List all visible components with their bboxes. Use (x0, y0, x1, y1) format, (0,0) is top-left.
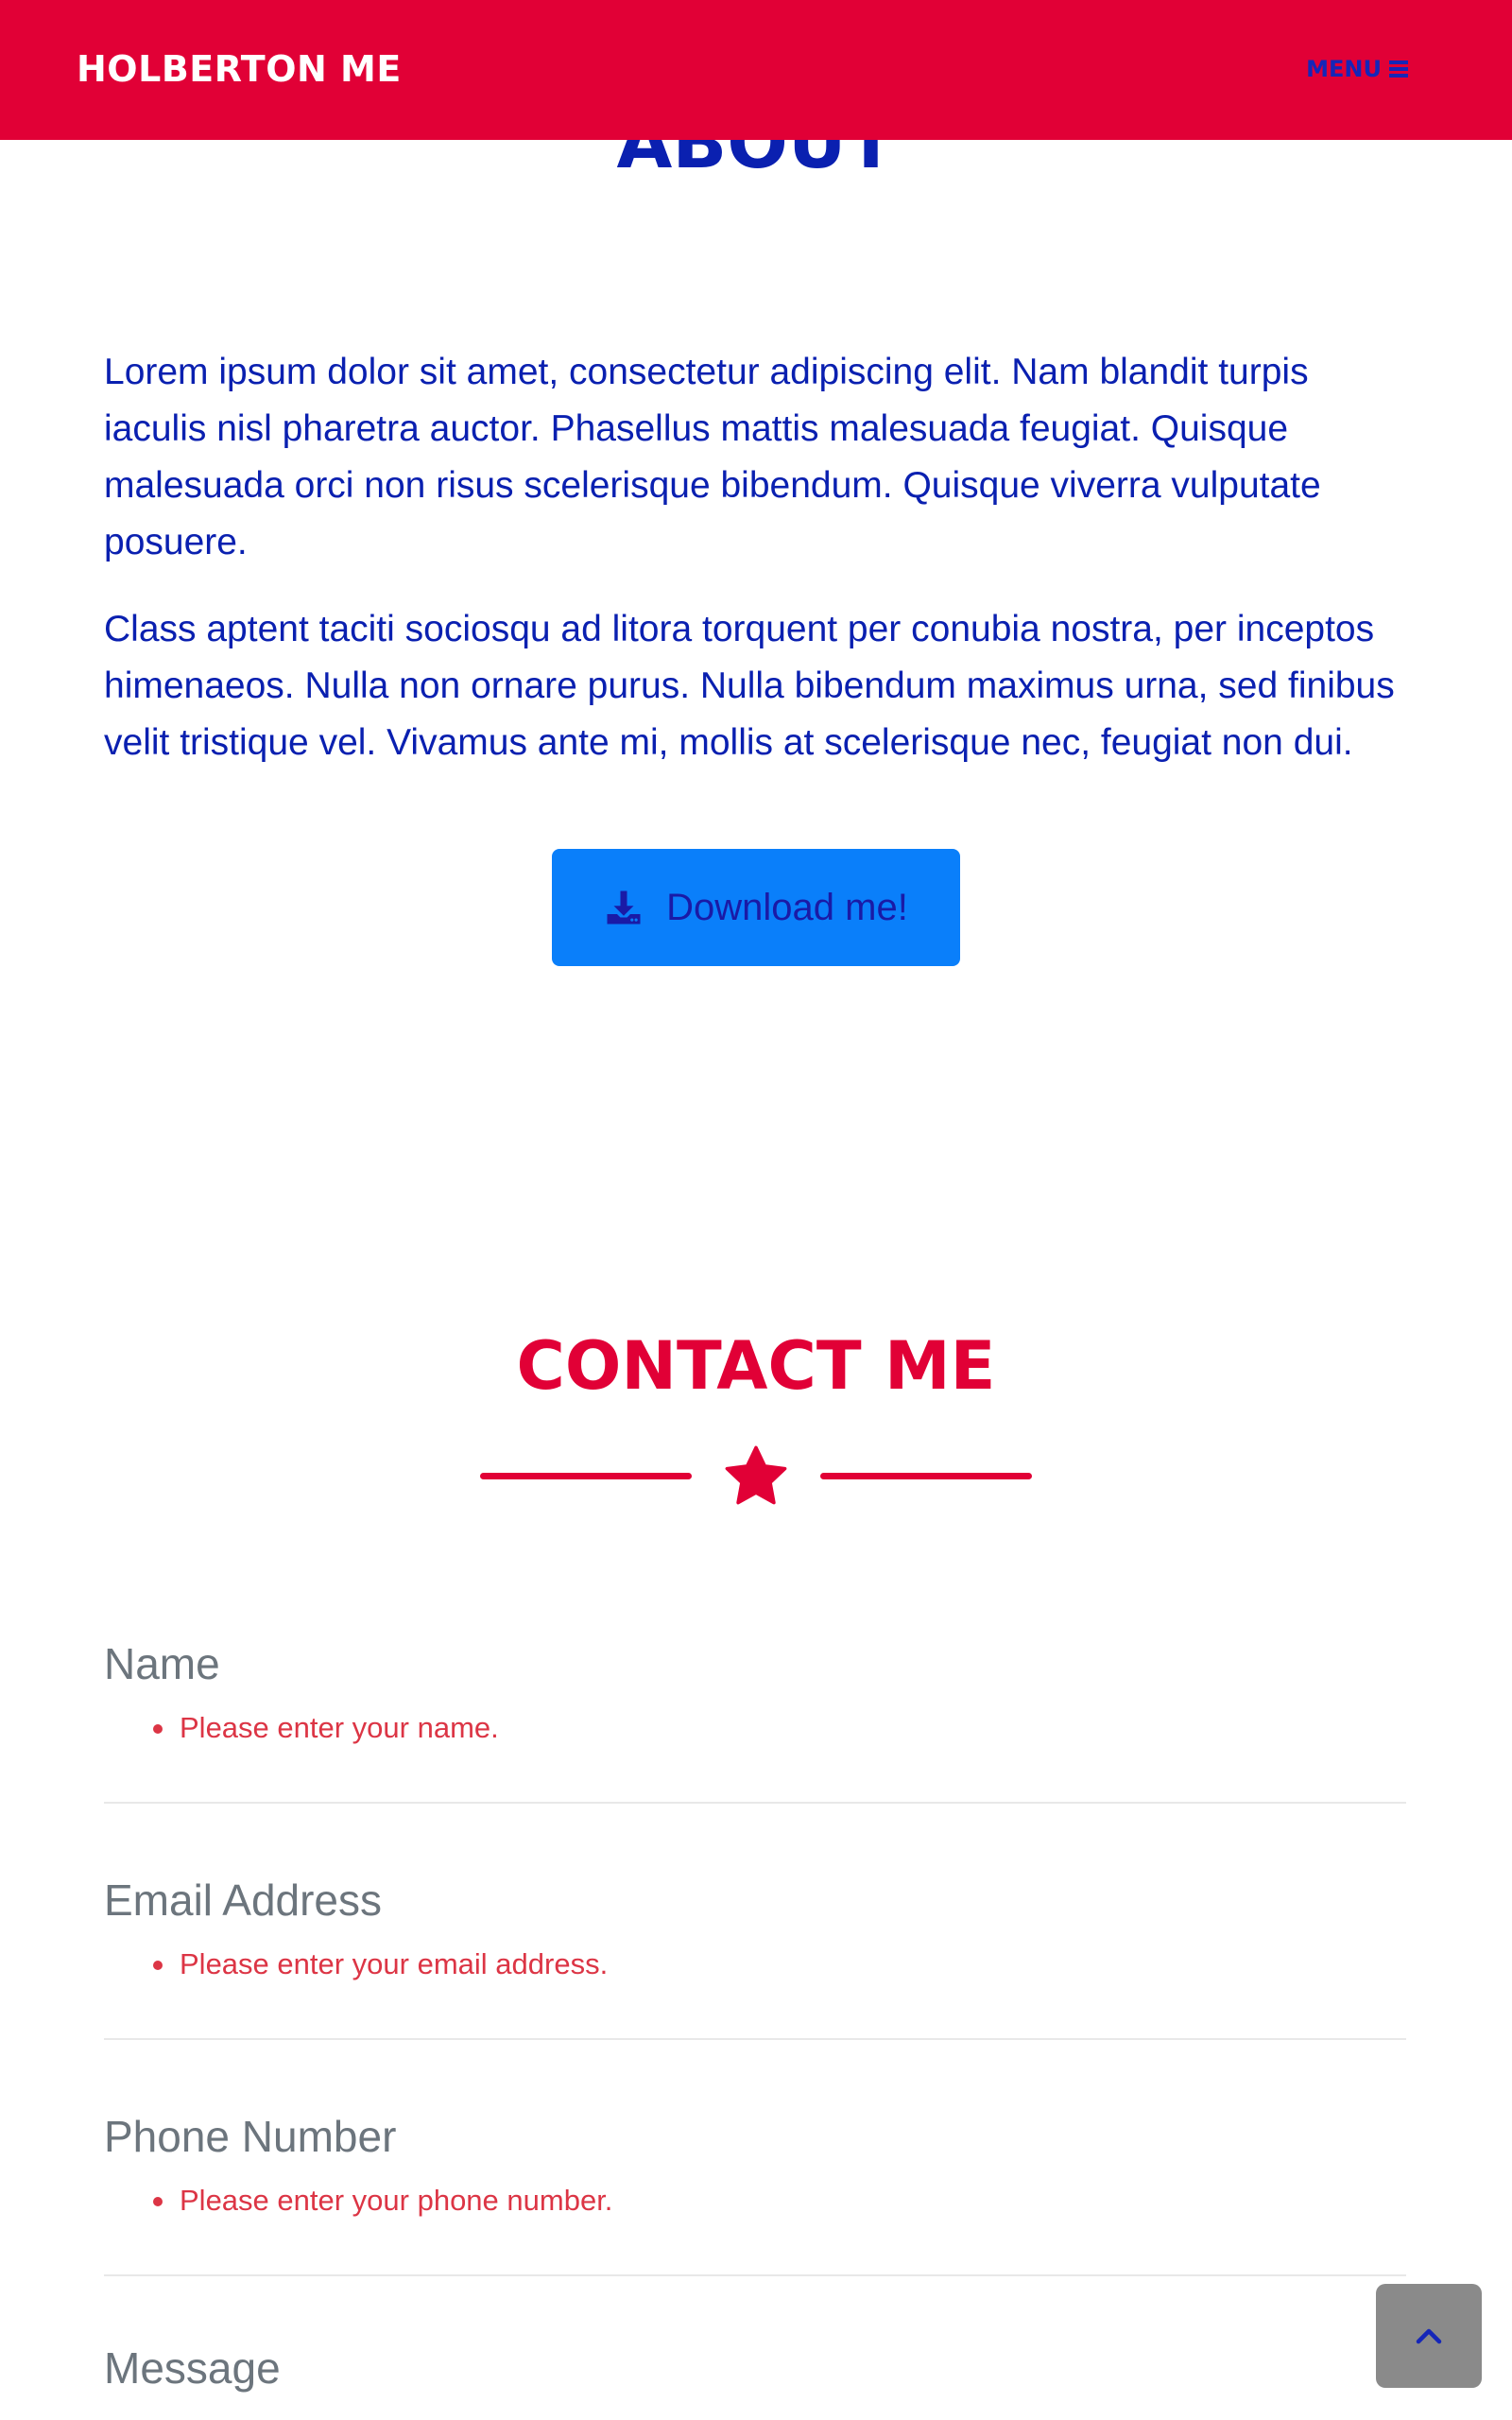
divider-line-right (820, 1473, 1032, 1479)
message-field[interactable]: Message (104, 2340, 1406, 2420)
message-label: Message (104, 2343, 281, 2393)
hamburger-icon (1389, 60, 1408, 78)
name-error: Please enter your name. (153, 1709, 499, 1747)
menu-button[interactable]: MENU (1306, 54, 1408, 84)
navbar: HOLBERTON ME MENU (0, 0, 1512, 140)
about-paragraph-2: Class aptent taciti sociosqu ad litora t… (104, 609, 1395, 763)
name-label: Name (104, 1639, 220, 1688)
phone-error: Please enter your phone number. (152, 2182, 612, 2220)
download-label: Download me! (666, 886, 908, 928)
back-to-top-button[interactable] (1376, 2284, 1482, 2388)
download-icon (607, 890, 641, 925)
star-icon (725, 1445, 787, 1505)
name-field[interactable]: Name Please enter your name. (104, 1635, 1406, 1804)
chevron-up-icon (1416, 2328, 1442, 2344)
about-paragraph-1: Lorem ipsum dolor sit amet, consectetur … (104, 352, 1321, 562)
email-field[interactable]: Email Address Please enter your email ad… (104, 1872, 1406, 2040)
phone-label: Phone Number (104, 2112, 397, 2161)
download-button[interactable]: Download me! (552, 849, 960, 966)
phone-field[interactable]: Phone Number Please enter your phone num… (104, 2108, 1406, 2276)
divider-line-left (480, 1473, 692, 1479)
contact-title: CONTACT ME (516, 1327, 996, 1405)
menu-label: MENU (1306, 56, 1382, 82)
brand-logo[interactable]: HOLBERTON ME (77, 44, 402, 94)
email-label: Email Address (104, 1876, 383, 1925)
email-error: Please enter your email address. (152, 1945, 608, 1983)
